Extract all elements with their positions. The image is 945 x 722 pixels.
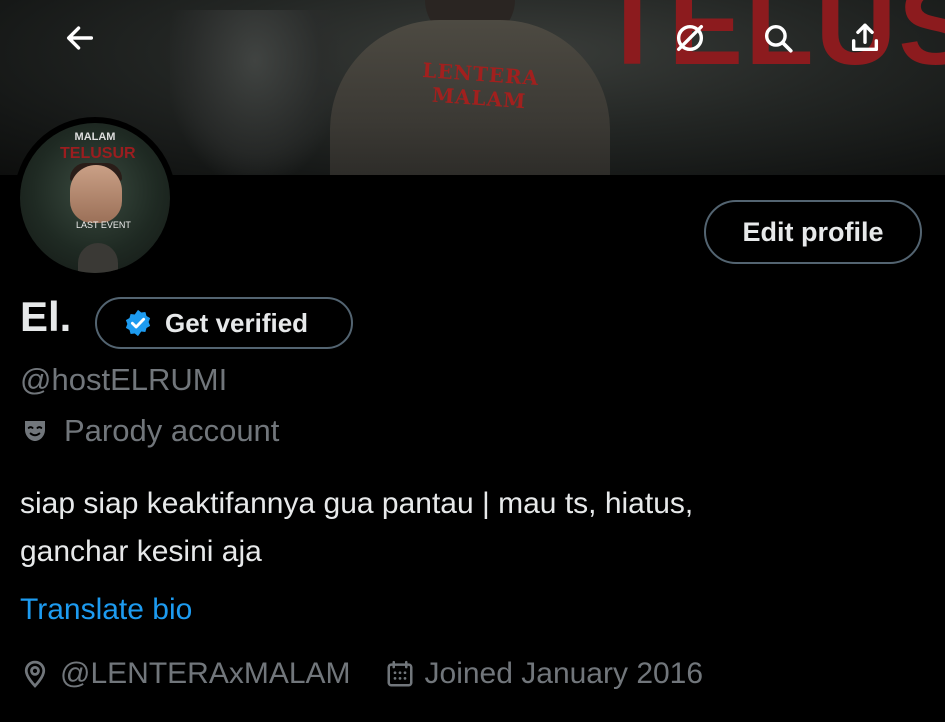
avatar-face <box>70 165 122 223</box>
calendar-icon <box>387 660 413 687</box>
profile-meta: @LENTERAxMALAM Joined January 2016 <box>20 657 737 691</box>
bio-line: siap siap keaktifannya gua pantau | mau … <box>20 487 694 520</box>
translate-bio-link[interactable]: Translate bio <box>20 593 192 627</box>
user-handle: @hostELRUMI <box>20 362 228 397</box>
joined-item: Joined January 2016 <box>385 657 704 691</box>
grok-button[interactable] <box>670 18 710 58</box>
search-icon <box>764 24 793 53</box>
avatar-body <box>78 243 118 273</box>
edit-profile-button[interactable]: Edit profile <box>704 200 922 264</box>
parody-label: Parody account <box>20 413 279 449</box>
banner-figure <box>170 10 340 175</box>
avatar-tag-text: LAST EVENT <box>76 220 131 230</box>
location-pin-icon <box>24 660 46 688</box>
bio-line: ganchar kesini aja <box>20 535 262 568</box>
grok-icon <box>676 24 704 52</box>
location-item: @LENTERAxMALAM <box>20 657 351 691</box>
avatar[interactable]: MALAM TELUSUR LAST EVENT <box>14 117 176 279</box>
share-button[interactable] <box>845 18 885 58</box>
get-verified-button[interactable]: Get verified <box>95 297 353 349</box>
avatar-image: MALAM TELUSUR LAST EVENT <box>20 123 170 273</box>
avatar-red-text: TELUSUR <box>60 145 136 162</box>
get-verified-label: Get verified <box>165 307 309 338</box>
profile-bio: siap siap keaktifannya gua pantau | mau … <box>20 480 920 576</box>
share-icon <box>851 23 879 52</box>
location-text[interactable]: @LENTERAxMALAM <box>60 657 351 691</box>
display-name: El. <box>20 293 72 340</box>
search-button[interactable] <box>758 18 798 58</box>
arrow-left-icon <box>66 26 94 50</box>
joined-date-text: Joined January 2016 <box>424 657 704 690</box>
verified-badge-icon <box>125 309 151 337</box>
theater-mask-icon <box>25 421 45 441</box>
parody-label-text: Parody account <box>64 413 280 448</box>
avatar-title-text: MALAM <box>74 131 116 143</box>
back-button[interactable] <box>60 18 100 58</box>
